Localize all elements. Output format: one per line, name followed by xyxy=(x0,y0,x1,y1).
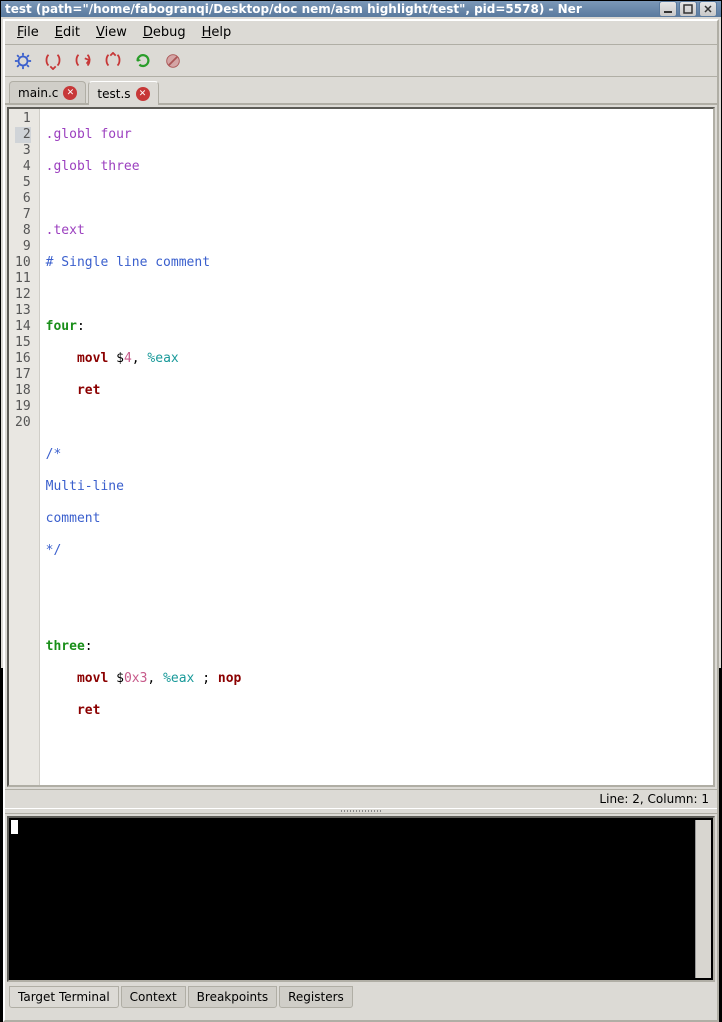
code-editor[interactable]: 1 2 3 4 5 6 7 8 9 10 11 12 13 14 15 16 1 xyxy=(7,107,715,787)
file-tabs: main.c ✕ test.s ✕ xyxy=(5,77,717,105)
code-content[interactable]: .globl four .globl three .text # Single … xyxy=(40,109,248,785)
tab-main-c[interactable]: main.c ✕ xyxy=(9,81,86,103)
menu-file[interactable]: File xyxy=(11,23,45,42)
step-into-icon[interactable] xyxy=(41,49,65,73)
tab-label: test.s xyxy=(97,87,130,101)
window-content: File Edit View Debug Help xyxy=(3,19,719,1022)
window-controls xyxy=(659,1,717,17)
tab-context[interactable]: Context xyxy=(121,986,186,1008)
menu-edit[interactable]: Edit xyxy=(49,23,86,42)
minimize-button[interactable] xyxy=(659,1,677,17)
reload-icon[interactable] xyxy=(131,49,155,73)
tab-breakpoints[interactable]: Breakpoints xyxy=(188,986,277,1008)
toolbar xyxy=(5,45,717,77)
step-out-icon[interactable] xyxy=(101,49,125,73)
scrollbar[interactable] xyxy=(695,820,711,978)
close-icon[interactable]: ✕ xyxy=(63,86,77,100)
terminal-cursor xyxy=(11,820,18,834)
editor-area: 1 2 3 4 5 6 7 8 9 10 11 12 13 14 15 16 1 xyxy=(5,105,717,808)
resize-handle[interactable] xyxy=(5,1012,717,1020)
close-button[interactable] xyxy=(699,1,717,17)
app-window: test (path="/home/fabogranqi/Desktop/doc… xyxy=(0,0,722,669)
terminal-panel xyxy=(5,814,717,984)
bottom-tabs: Target Terminal Context Breakpoints Regi… xyxy=(5,984,717,1012)
menubar: File Edit View Debug Help xyxy=(5,21,717,45)
tab-target-terminal[interactable]: Target Terminal xyxy=(9,986,119,1008)
titlebar[interactable]: test (path="/home/fabogranqi/Desktop/doc… xyxy=(1,1,721,17)
tab-label: main.c xyxy=(18,86,58,100)
terminal[interactable] xyxy=(7,816,715,982)
status-bar: Line: 2, Column: 1 xyxy=(5,789,717,808)
close-icon[interactable]: ✕ xyxy=(136,87,150,101)
cursor-position: Line: 2, Column: 1 xyxy=(599,792,709,806)
stop-icon[interactable] xyxy=(161,49,185,73)
menu-debug[interactable]: Debug xyxy=(137,23,192,42)
window-title: test (path="/home/fabogranqi/Desktop/doc… xyxy=(5,2,659,16)
line-gutter: 1 2 3 4 5 6 7 8 9 10 11 12 13 14 15 16 1 xyxy=(9,109,40,785)
tab-test-s[interactable]: test.s ✕ xyxy=(88,81,158,105)
gear-icon[interactable] xyxy=(11,49,35,73)
step-over-icon[interactable] xyxy=(71,49,95,73)
tab-registers[interactable]: Registers xyxy=(279,986,353,1008)
menu-view[interactable]: View xyxy=(90,23,133,42)
menu-help[interactable]: Help xyxy=(196,23,238,42)
maximize-button[interactable] xyxy=(679,1,697,17)
terminal-content[interactable] xyxy=(11,820,695,978)
